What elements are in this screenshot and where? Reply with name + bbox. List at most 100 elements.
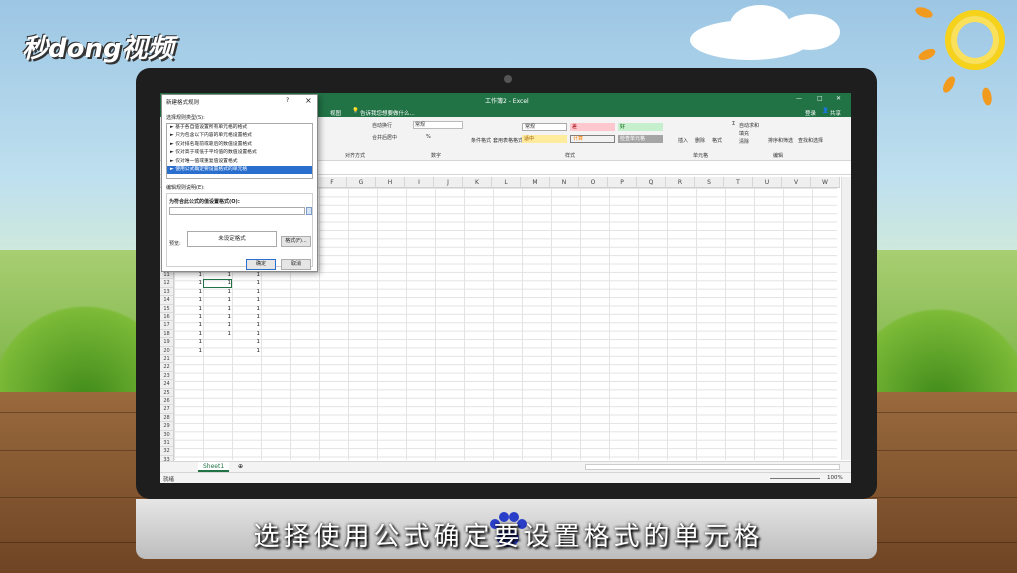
row-header[interactable]: 23 [160,371,174,381]
table-cell[interactable]: 1 [174,338,203,346]
style-calc[interactable]: 计算 [570,135,615,143]
table-cell[interactable]: 1 [203,330,232,338]
sigma-icon[interactable]: Σ [732,121,735,127]
column-header[interactable]: U [753,177,782,188]
table-cell[interactable]: 1 [174,330,203,338]
table-cell[interactable]: 1 [203,271,232,279]
column-header[interactable]: I [405,177,434,188]
style-normal[interactable]: 常规 [522,123,567,131]
table-cell[interactable]: 1 [232,321,261,329]
delete-button[interactable]: 删除 [695,137,705,144]
rule-type-item[interactable]: ► 只为包含以下内容的单元格设置格式 [167,132,312,140]
dialog-close-button[interactable]: × [305,96,312,105]
row-header[interactable]: 24 [160,380,174,389]
cancel-button[interactable]: 取消 [281,259,311,270]
column-header[interactable]: P [608,177,637,188]
table-cell[interactable]: 1 [174,313,203,321]
rule-type-item[interactable]: ► 仅对高于或低于平均值的数值设置格式 [167,149,312,157]
row-header[interactable]: 17 [160,321,174,330]
column-header[interactable]: J [434,177,463,188]
table-cell[interactable]: 1 [174,271,203,279]
table-cell[interactable]: 1 [232,271,261,279]
row-header[interactable]: 12 [160,279,174,288]
number-format-select[interactable]: 常规 [413,121,463,129]
table-cell[interactable]: 1 [232,279,261,287]
ok-button[interactable]: 确定 [246,259,276,270]
sheet-tab[interactable]: Sheet1 [198,462,230,472]
active-cell[interactable] [203,279,232,288]
column-header[interactable]: N [550,177,579,188]
row-header[interactable]: 29 [160,422,174,431]
format-settings-button[interactable]: 格式(F)... [281,236,311,247]
tab-view[interactable]: 视图 [330,109,341,117]
table-cell[interactable]: 1 [174,305,203,313]
table-cell[interactable]: 1 [203,288,232,296]
table-cell[interactable]: 1 [232,330,261,338]
rule-type-item[interactable]: ► 使用公式确定要设置格式的单元格 [167,165,312,175]
merge-center-button[interactable]: 合并后居中 [372,134,397,141]
close-button[interactable]: ✕ [836,95,841,102]
table-cell[interactable]: 1 [203,305,232,313]
table-cell[interactable]: 1 [203,313,232,321]
row-header[interactable]: 27 [160,405,174,414]
column-header[interactable]: W [811,177,840,188]
format-as-table-button[interactable]: 套用表格格式 [493,137,523,144]
row-header[interactable]: 18 [160,329,174,339]
rule-type-item[interactable]: ► 基于各自值设置所有单元格的格式 [167,124,312,132]
column-header[interactable]: G [347,177,376,188]
column-header[interactable]: H [376,177,405,188]
table-cell[interactable]: 1 [174,347,203,355]
table-cell[interactable]: 1 [232,347,261,355]
sort-filter-button[interactable]: 排序和筛选 [768,137,793,144]
table-cell[interactable]: 1 [232,296,261,304]
row-header[interactable]: 25 [160,388,174,397]
table-cell[interactable]: 1 [174,279,203,287]
rule-type-item[interactable]: ► 仅对唯一值或重复值设置格式 [167,158,312,166]
row-header[interactable]: 28 [160,413,174,423]
row-header[interactable]: 13 [160,287,174,297]
column-header[interactable]: O [579,177,608,188]
table-cell[interactable]: 1 [232,338,261,346]
conditional-format-button[interactable]: 条件格式 [471,137,491,144]
column-header[interactable]: L [492,177,521,188]
autosum-button[interactable]: 自动求和 [739,122,759,129]
table-cell[interactable]: 1 [203,296,232,304]
row-header[interactable]: 32 [160,447,174,456]
style-neutral[interactable]: 适中 [522,135,567,143]
style-good[interactable]: 好 [618,123,663,131]
percent-icon[interactable]: % [426,134,431,140]
horizontal-scrollbar[interactable] [585,464,840,470]
column-header[interactable]: V [782,177,811,188]
row-header[interactable]: 14 [160,296,174,305]
row-header[interactable]: 26 [160,397,174,406]
wrap-text-button[interactable]: 自动换行 [372,122,392,129]
table-cell[interactable]: 1 [174,296,203,304]
style-bad[interactable]: 差 [570,123,615,131]
rule-type-list[interactable]: ► 基于各自值设置所有单元格的格式 ► 只为包含以下内容的单元格设置格式 ► 仅对排… [166,123,313,179]
share-button[interactable]: 共享 [830,109,841,117]
row-header[interactable]: 31 [160,439,174,448]
table-cell[interactable]: 1 [232,313,261,321]
tell-me-input[interactable]: 告诉我您想要做什么... [360,109,415,117]
row-header[interactable]: 30 [160,430,174,439]
table-cell[interactable]: 1 [174,321,203,329]
help-button[interactable]: ? [286,97,289,104]
vertical-scrollbar[interactable] [841,177,851,460]
add-sheet-icon[interactable]: ⊕ [238,462,243,472]
row-header[interactable]: 11 [160,271,174,280]
fill-button[interactable]: 填充 [739,130,749,137]
column-header[interactable]: S [695,177,724,188]
style-check[interactable]: 检查单元格 [618,135,663,143]
range-select-icon[interactable] [306,207,312,215]
row-header[interactable]: 19 [160,338,174,347]
table-cell[interactable] [203,347,231,355]
row-header[interactable]: 20 [160,346,174,355]
maximize-button[interactable]: □ [817,95,823,102]
row-header[interactable]: 15 [160,304,174,313]
table-cell[interactable]: 1 [232,305,261,313]
column-header[interactable]: Q [637,177,666,188]
minimize-button[interactable]: — [796,95,802,102]
column-header[interactable]: F [318,177,347,188]
zoom-level[interactable]: 100% [827,475,843,481]
column-header[interactable]: K [463,177,492,188]
